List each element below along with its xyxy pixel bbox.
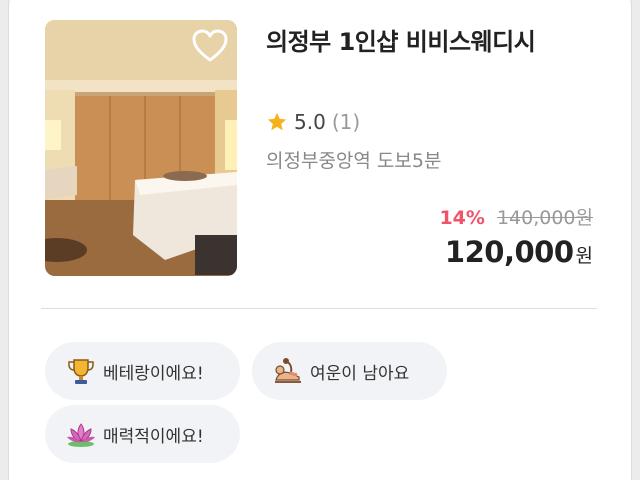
tag-lingering[interactable]: 여운이 남아요 bbox=[252, 342, 447, 400]
rating-row: 5.0 (1) bbox=[266, 108, 360, 136]
tag-label: 여운이 남아요 bbox=[310, 363, 410, 384]
sale-price: 120,000 bbox=[444, 235, 574, 269]
tag-label: 베테랑이에요! bbox=[103, 363, 204, 384]
favorite-heart-icon[interactable] bbox=[191, 28, 229, 64]
discount-rate: 14% bbox=[439, 207, 485, 229]
tag-label: 매력적이에요! bbox=[103, 426, 204, 447]
tag-attractive[interactable]: 매력적이에요! bbox=[45, 405, 240, 463]
review-count: (1) bbox=[331, 110, 361, 134]
currency-unit: 원 bbox=[575, 245, 593, 267]
discount-row: 14% 140,000원 bbox=[439, 203, 593, 230]
massage-icon bbox=[275, 358, 301, 383]
lotus-icon bbox=[67, 423, 95, 447]
tag-veteran[interactable]: 베테랑이에요! bbox=[45, 342, 240, 400]
star-icon bbox=[267, 112, 287, 131]
rating-score: 5.0 bbox=[294, 110, 326, 134]
divider bbox=[41, 308, 597, 309]
original-price: 140,000원 bbox=[496, 207, 593, 229]
location-text: 의정부중앙역 도보5분 bbox=[266, 150, 442, 172]
price-row: 120,000 원 bbox=[445, 235, 593, 269]
listing-title[interactable]: 의정부 1인샵 비비스웨디시 bbox=[266, 22, 586, 62]
trophy-icon bbox=[68, 359, 94, 384]
